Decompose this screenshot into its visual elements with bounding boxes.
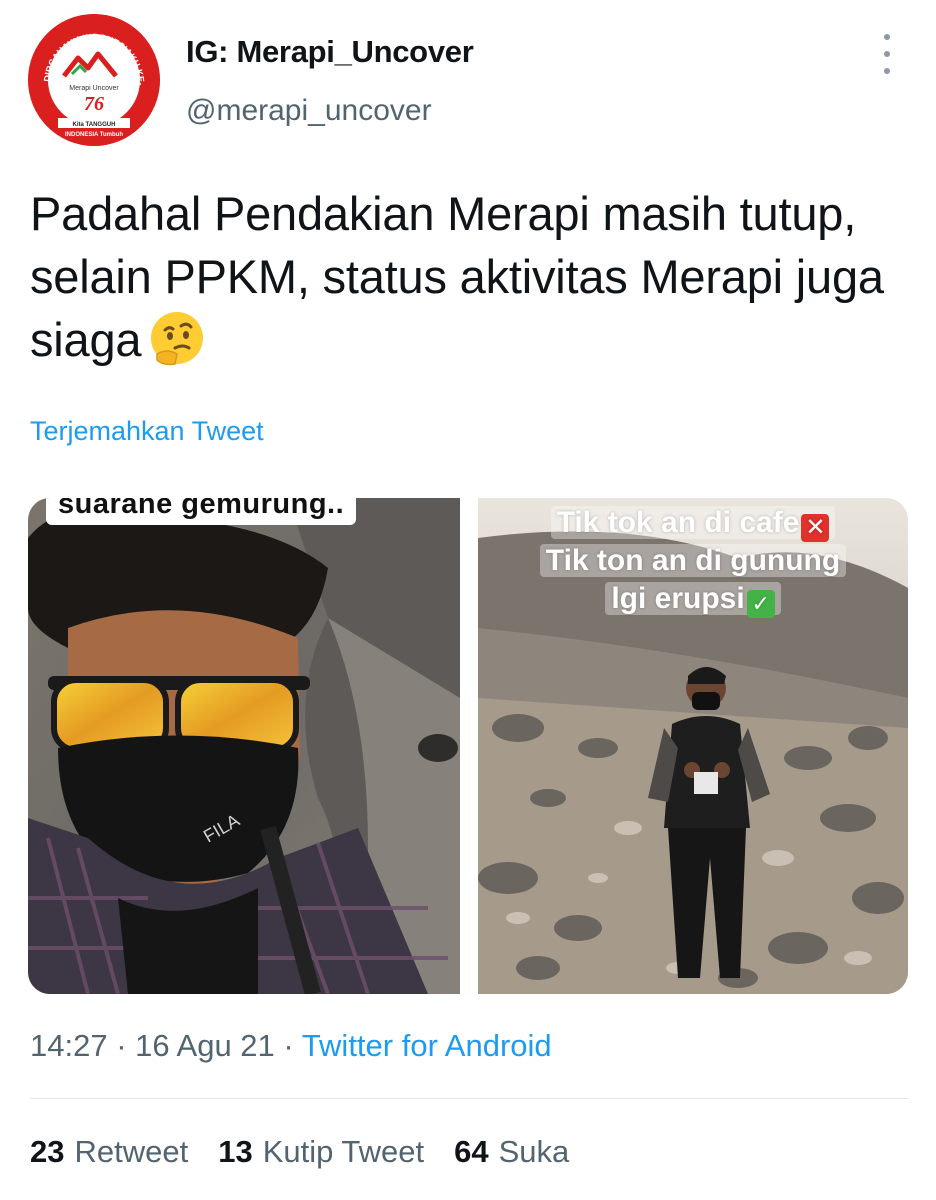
quote-count: 13 (218, 1134, 253, 1169)
cross-mark-icon: ✕ (801, 514, 830, 542)
avatar-banner-line1: Kita TANGGUH (73, 122, 116, 128)
divider (30, 1098, 908, 1099)
right-caption-line3: lgi erupsi (611, 582, 745, 615)
like-count: 64 (454, 1134, 489, 1169)
more-vertical-icon[interactable] (870, 34, 904, 74)
meta-separator: · (116, 1028, 127, 1063)
media-image-left[interactable]: FILA suarane gemurung.. (28, 498, 460, 994)
quote-tweets-stat[interactable]: 13 Kutip Tweet (218, 1134, 424, 1170)
engagement-stats: 23 Retweet 13 Kutip Tweet 64 Suka (30, 1134, 569, 1170)
thinking-face-emoji (147, 308, 207, 368)
profile-avatar[interactable]: DIRGAHAYU INDONESIAKU KE-76 Merapi Uncov… (28, 14, 160, 146)
left-media-caption: suarane gemurung.. (46, 498, 357, 525)
tweet-date: 16 Agu 21 (135, 1028, 275, 1063)
right-caption-line1: Tik tok an di cafe (556, 506, 800, 539)
right-media-caption: Tik tok an di cafe ✕ Tik ton an di gunung… (498, 504, 888, 618)
like-label: Suka (498, 1134, 570, 1169)
meta-separator: · (283, 1028, 294, 1063)
retweet-count: 23 (30, 1134, 65, 1169)
quote-label: Kutip Tweet (262, 1134, 425, 1169)
avatar-number: 76 (84, 93, 104, 115)
check-mark-icon: ✓ (746, 590, 775, 618)
tweet-text: Padahal Pendakian Merapi masih tutup, se… (30, 182, 910, 371)
likes-stat[interactable]: 64 Suka (454, 1134, 569, 1170)
retweets-stat[interactable]: 23 Retweet (30, 1134, 188, 1170)
user-handle[interactable]: @merapi_uncover (186, 94, 432, 128)
tweet-source-link[interactable]: Twitter for Android (302, 1028, 552, 1063)
avatar-banner-line2: INDONESIA Tumbuh (65, 132, 123, 138)
retweet-label: Retweet (74, 1134, 189, 1169)
display-name[interactable]: IG: Merapi_Uncover (186, 34, 474, 70)
translate-tweet-link[interactable]: Terjemahkan Tweet (30, 416, 264, 447)
media-image-right[interactable]: Tik tok an di cafe ✕ Tik ton an di gunung… (478, 498, 908, 994)
avatar-name: Merapi Uncover (69, 85, 119, 92)
tweet-time: 14:27 (30, 1028, 108, 1063)
tweet-meta: 14:27 · 16 Agu 21 · Twitter for Android (30, 1028, 552, 1064)
right-caption-line2: Tik ton an di gunung (539, 544, 847, 577)
